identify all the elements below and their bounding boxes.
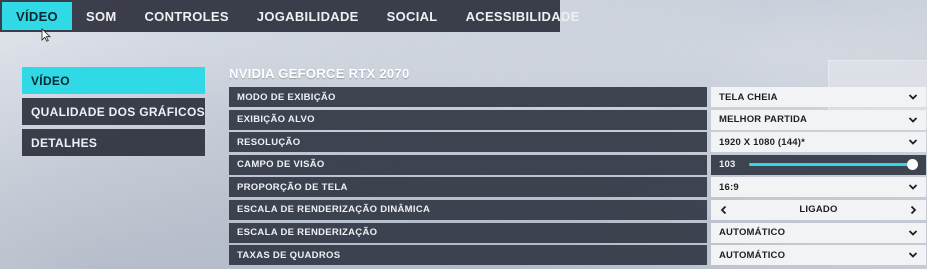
slider-handle[interactable]: [906, 159, 918, 171]
slider-track[interactable]: [749, 159, 918, 171]
chevron-down-icon: [908, 94, 918, 100]
tab-som[interactable]: SOM: [72, 0, 131, 32]
chevron-down-icon: [908, 252, 918, 258]
proporcao-tela-dropdown[interactable]: 16:9: [711, 177, 926, 198]
modo-exibicao-dropdown[interactable]: TELA CHEIA: [711, 87, 926, 107]
taxas-quadros-dropdown[interactable]: AUTOMÁTICO: [711, 245, 926, 266]
dropdown-value: AUTOMÁTICO: [719, 227, 786, 239]
setting-row-escala-renderizacao-dinamica: ESCALA DE RENDERIZAÇÃO DINÂMICA LIGADO: [229, 199, 926, 220]
dropdown-value: TELA CHEIA: [719, 91, 778, 103]
setting-row-campo-visao: CAMPO DE VISÃO 103: [229, 154, 926, 175]
setting-label: PROPORÇÃO DE TELA: [229, 177, 707, 198]
mouse-cursor-icon: [41, 28, 51, 42]
top-tab-bar: VÍDEO SOM CONTROLES JOGABILIDADE SOCIAL …: [0, 0, 579, 32]
tab-acessibilidade[interactable]: ACESSIBILIDADE: [452, 0, 594, 32]
setting-label: CAMPO DE VISÃO: [229, 154, 707, 175]
setting-row-proporcao-tela: PROPORÇÃO DE TELA 16:9: [229, 177, 926, 198]
campo-visao-slider[interactable]: 103: [711, 154, 926, 175]
gpu-name-heading: NVIDIA GEFORCE RTX 2070: [229, 66, 410, 81]
tab-video[interactable]: VÍDEO: [2, 2, 72, 30]
setting-label: EXIBIÇÃO ALVO: [229, 109, 707, 130]
dropdown-value: 1920 X 1080 (144)*: [719, 136, 805, 148]
chevron-right-icon[interactable]: [908, 205, 918, 215]
settings-list: MODO DE EXIBIÇÃO TELA CHEIA EXIBIÇÃO ALV…: [229, 87, 926, 268]
slider-value: 103: [719, 159, 736, 171]
stepper-value: LIGADO: [799, 204, 838, 216]
tab-social[interactable]: SOCIAL: [373, 0, 452, 32]
escala-renderizacao-dropdown[interactable]: AUTOMÁTICO: [711, 222, 926, 243]
chevron-down-icon: [908, 229, 918, 236]
chevron-down-icon: [908, 139, 918, 145]
chevron-left-icon[interactable]: [719, 205, 729, 215]
setting-row-taxas-quadros: TAXAS DE QUADROS AUTOMÁTICO: [229, 245, 926, 266]
setting-label: ESCALA DE RENDERIZAÇÃO: [229, 222, 707, 243]
setting-label: MODO DE EXIBIÇÃO: [229, 87, 707, 107]
video-sidenav: VÍDEO QUALIDADE DOS GRÁFICOS DETALHES: [22, 67, 205, 160]
sidenav-item-detalhes[interactable]: DETALHES: [22, 129, 205, 156]
dropdown-value: AUTOMÁTICO: [719, 249, 786, 261]
escala-renderizacao-dinamica-stepper[interactable]: LIGADO: [711, 199, 926, 220]
setting-label: RESOLUÇÃO: [229, 132, 707, 153]
dropdown-value: 16:9: [719, 181, 739, 193]
setting-label: ESCALA DE RENDERIZAÇÃO DINÂMICA: [229, 199, 707, 220]
tab-jogabilidade[interactable]: JOGABILIDADE: [243, 0, 373, 32]
sidenav-item-video[interactable]: VÍDEO: [22, 67, 205, 94]
setting-row-resolucao: RESOLUÇÃO 1920 X 1080 (144)*: [229, 132, 926, 153]
resolucao-dropdown[interactable]: 1920 X 1080 (144)*: [711, 132, 926, 153]
setting-row-modo-exibicao: MODO DE EXIBIÇÃO TELA CHEIA: [229, 87, 926, 107]
setting-label: TAXAS DE QUADROS: [229, 245, 707, 266]
setting-row-escala-renderizacao: ESCALA DE RENDERIZAÇÃO AUTOMÁTICO: [229, 222, 926, 243]
tab-controles[interactable]: CONTROLES: [130, 0, 242, 32]
chevron-down-icon: [908, 184, 918, 191]
dropdown-value: MELHOR PARTIDA: [719, 114, 808, 126]
exibicao-alvo-dropdown[interactable]: MELHOR PARTIDA: [711, 109, 926, 130]
setting-row-exibicao-alvo: EXIBIÇÃO ALVO MELHOR PARTIDA: [229, 109, 926, 130]
chevron-down-icon: [908, 116, 918, 123]
slider-fill: [749, 163, 912, 167]
sidenav-item-qualidade-graficos[interactable]: QUALIDADE DOS GRÁFICOS: [22, 98, 205, 125]
